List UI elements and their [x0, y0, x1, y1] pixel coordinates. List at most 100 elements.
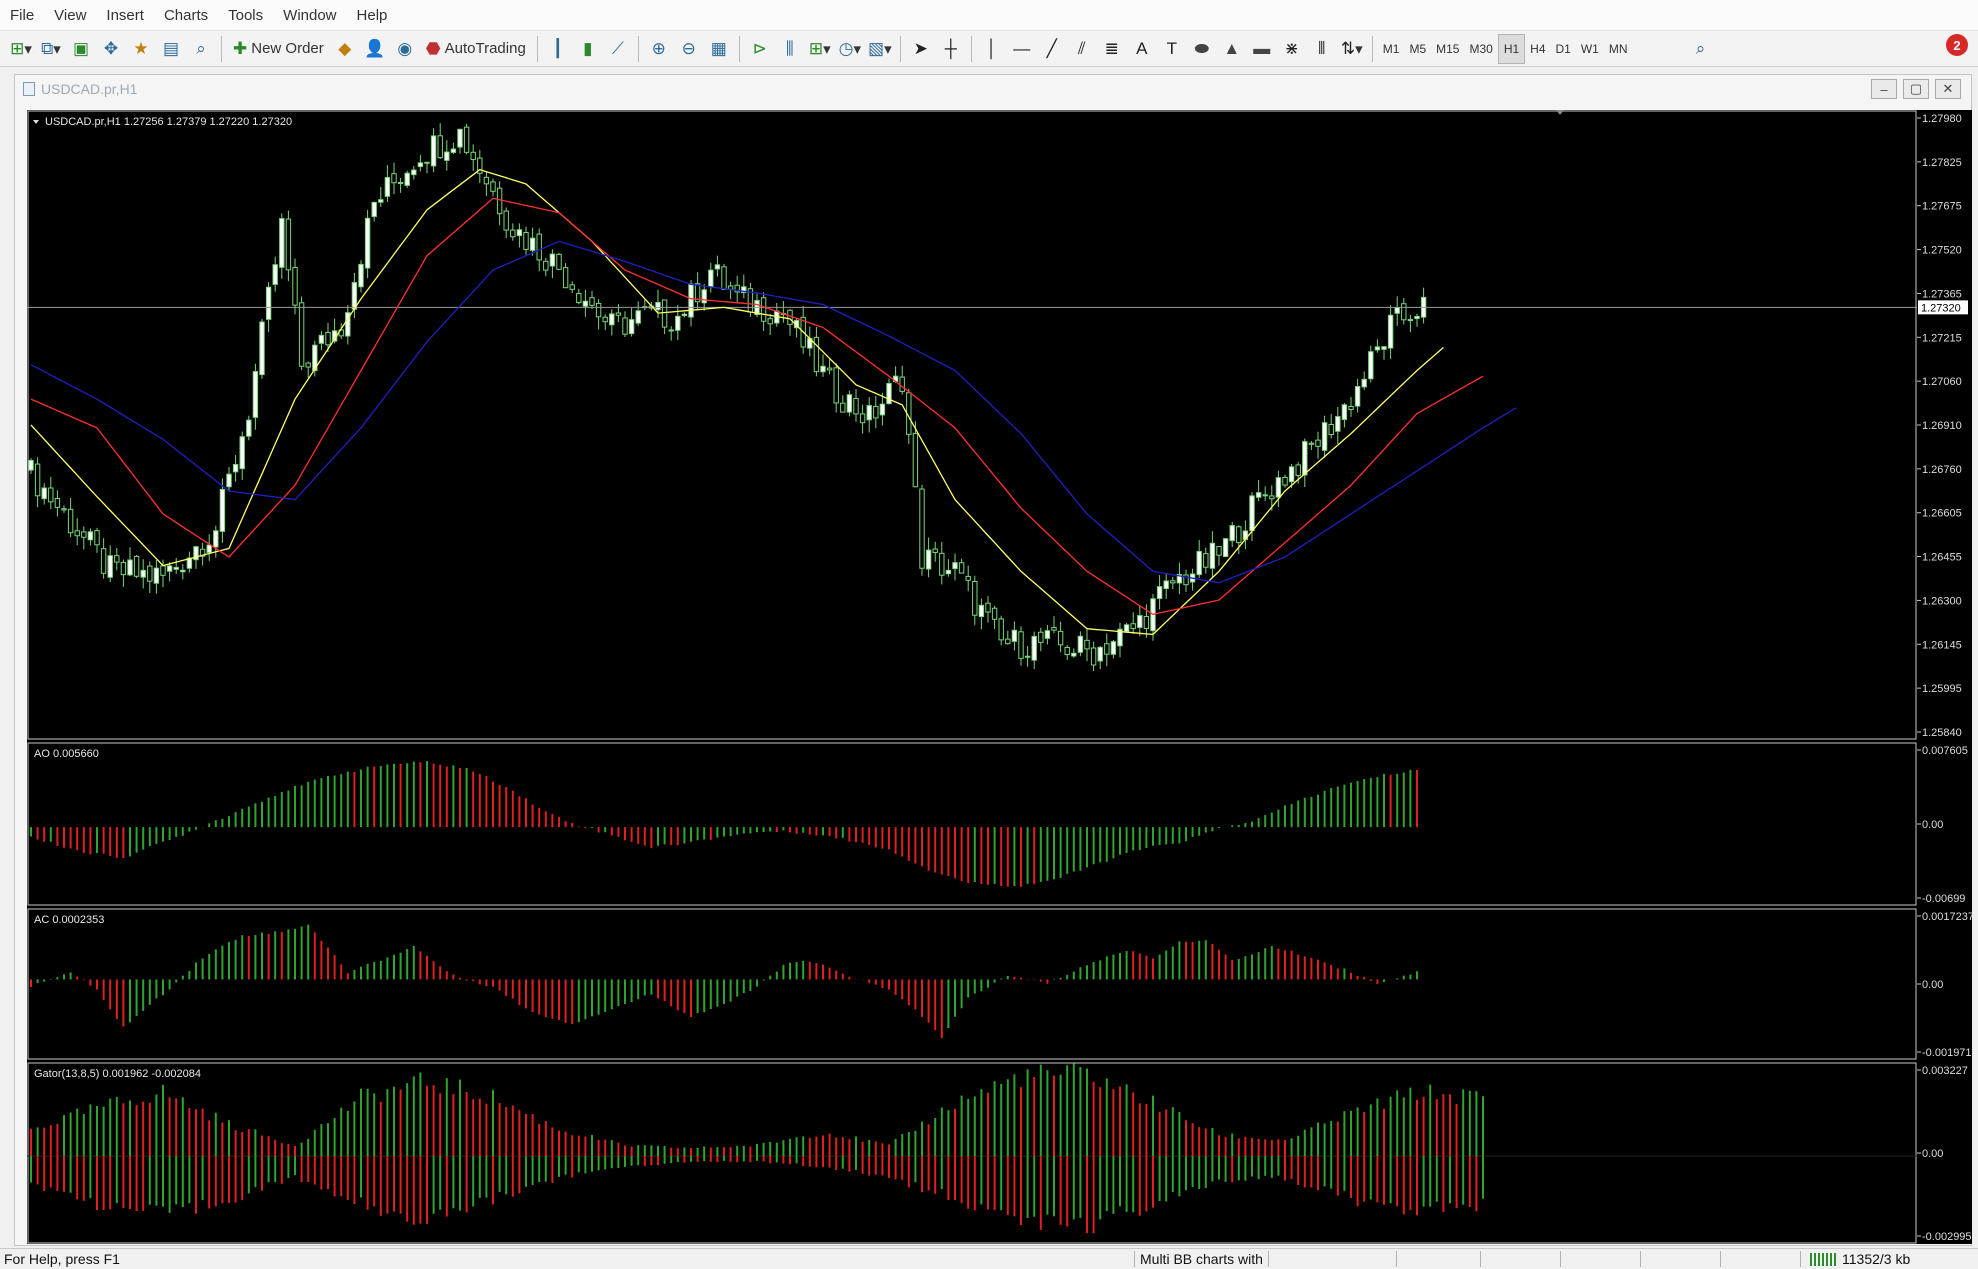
ellipse-tool[interactable]: ⬬ — [1188, 35, 1216, 63]
chart-area[interactable]: 1.27980 1.27825 1.27675 1.27520 1.27365 1.272… — [27, 110, 1974, 1244]
fibonacci-fan-tool[interactable]: ⋇ — [1278, 35, 1306, 63]
indicators-button[interactable]: ⊞ ▾ — [806, 35, 834, 63]
clock-icon: ◷ — [838, 38, 854, 58]
bar-chart-button[interactable]: ┃ — [544, 35, 572, 63]
timeframe-m1[interactable]: M1 — [1378, 35, 1405, 63]
templates-button[interactable]: ▧ ▾ — [866, 35, 894, 63]
candle-body — [668, 329, 674, 332]
candle-body — [1170, 580, 1176, 584]
menu-window[interactable]: Window — [273, 7, 346, 24]
candle-body — [259, 321, 265, 376]
equidistant-channel-tool[interactable]: ⫽ — [1068, 35, 1096, 63]
fibonacci-tool[interactable]: ≣ — [1098, 35, 1126, 63]
text-label-icon: T — [1166, 38, 1177, 58]
candle-body — [180, 569, 186, 573]
new-chart-button[interactable]: ⊞ ▾ — [7, 35, 35, 63]
minimize-button[interactable]: – — [1871, 79, 1897, 99]
connection-traffic: 11352/3 kb — [1842, 1251, 1911, 1267]
text-label-tool[interactable]: T — [1158, 35, 1186, 63]
close-button[interactable]: ✕ — [1935, 79, 1961, 99]
status-bar: For Help, press F1 Multi BB charts with … — [0, 1248, 1978, 1269]
timeframe-m30[interactable]: M30 — [1464, 35, 1497, 63]
restore-button[interactable]: ▢ — [1903, 79, 1929, 99]
menu-tools[interactable]: Tools — [218, 7, 273, 24]
candle-body — [1018, 631, 1024, 659]
candle-body — [945, 569, 952, 575]
arrows-icon: ⇅ — [1340, 38, 1356, 58]
data-window-button[interactable]: ✥ — [97, 35, 125, 63]
triangle-tool[interactable]: ▲ — [1218, 35, 1246, 63]
indicators-icon: ⊞ — [808, 38, 824, 58]
cycle-lines-tool[interactable]: ⦀ — [1308, 35, 1336, 63]
candle-body — [1222, 538, 1229, 558]
menu-insert[interactable]: Insert — [96, 7, 154, 24]
zoom-out-button[interactable]: ⊖ — [675, 35, 703, 63]
menu-charts[interactable]: Charts — [154, 7, 218, 24]
menu-help[interactable]: Help — [347, 7, 398, 24]
candle-body — [826, 367, 833, 371]
connection-bars-icon — [1810, 1252, 1838, 1266]
candle-body — [219, 488, 226, 532]
timeframe-h4[interactable]: H4 — [1525, 35, 1550, 63]
candle-body — [153, 567, 160, 584]
candle-chart-button[interactable]: ▮ — [574, 35, 602, 63]
periods-button[interactable]: ◷ ▾ — [836, 35, 864, 63]
search-button[interactable]: ⌕ — [1687, 35, 1715, 63]
candle-body — [1354, 386, 1361, 407]
status-profile-name[interactable]: Multi BB charts with — [1140, 1251, 1263, 1267]
rectangle-tool[interactable]: ▬ — [1248, 35, 1276, 63]
menu-view[interactable]: View — [44, 7, 96, 24]
signals-button[interactable]: 👤 — [361, 35, 389, 63]
timeframe-mn[interactable]: MN — [1604, 35, 1633, 63]
tile-windows-button[interactable]: ▦ — [705, 35, 733, 63]
candle-body — [1057, 630, 1064, 646]
strategy-tester-button[interactable]: ⌕ — [187, 35, 215, 63]
menu-file[interactable]: File — [0, 7, 44, 24]
timeframe-w1[interactable]: W1 — [1576, 35, 1604, 63]
pane-title: Gator(13,8,5) 0.001962 -0.002084 — [34, 1068, 201, 1080]
chart-shift-button[interactable]: ⫼ — [776, 35, 804, 63]
chart-svg[interactable]: 1.27980 1.27825 1.27675 1.27520 1.27365 1.272… — [27, 110, 1974, 1244]
candle-body — [1005, 638, 1011, 645]
vps-button[interactable]: ◉ — [391, 35, 419, 63]
timeframe-h1[interactable]: H1 — [1497, 33, 1526, 64]
text-tool[interactable]: A — [1128, 35, 1156, 63]
timeframe-d1[interactable]: D1 — [1551, 35, 1576, 63]
notification-badge[interactable]: 2 — [1946, 34, 1968, 56]
new-order-button[interactable]: ✚ New Order — [228, 35, 329, 63]
candle-body — [1249, 495, 1255, 532]
candle-body — [523, 232, 529, 250]
navigator-button[interactable]: ★ — [127, 35, 155, 63]
connection-status[interactable]: 11352/3 kb — [1810, 1251, 1910, 1267]
candle-body — [107, 555, 113, 578]
autotrading-button[interactable]: ⬣ AutoTrading — [421, 35, 531, 63]
candle-body — [1348, 405, 1354, 410]
price-scale-label: 0.00 — [1922, 979, 1943, 991]
cursor-tool[interactable]: ➤ — [907, 35, 935, 63]
auto-scroll-button[interactable]: ⊳ — [746, 35, 774, 63]
profiles-button[interactable]: ⧉ ▾ — [37, 35, 65, 63]
timeframe-m5[interactable]: M5 — [1404, 35, 1431, 63]
candle-body — [67, 508, 74, 534]
candle-body — [411, 169, 417, 176]
crosshair-tool[interactable]: ┼ — [937, 35, 965, 63]
candle-body — [265, 286, 272, 320]
status-divider — [1134, 1251, 1135, 1267]
candle-body — [292, 267, 298, 306]
status-divider — [1268, 1251, 1269, 1267]
zoom-in-button[interactable]: ⊕ — [645, 35, 673, 63]
candle-body — [490, 181, 496, 192]
candle-body — [450, 148, 457, 153]
metaeditor-button[interactable]: ◆ — [331, 35, 359, 63]
horizontal-line-tool[interactable]: — — [1008, 35, 1036, 63]
trendline-tool[interactable]: ╱ — [1038, 35, 1066, 63]
market-watch-icon: ▣ — [72, 38, 90, 58]
timeframe-m15[interactable]: M15 — [1431, 35, 1464, 63]
market-watch-button[interactable]: ▣ — [67, 35, 95, 63]
candle-body — [1387, 314, 1394, 349]
price-scale-label: -0.00699 — [1922, 893, 1965, 905]
line-chart-button[interactable]: ⟋ — [604, 35, 632, 63]
terminal-button[interactable]: ▤ — [157, 35, 185, 63]
arrows-tool[interactable]: ⇅ ▾ — [1338, 35, 1366, 63]
vertical-line-tool[interactable]: │ — [978, 35, 1006, 63]
